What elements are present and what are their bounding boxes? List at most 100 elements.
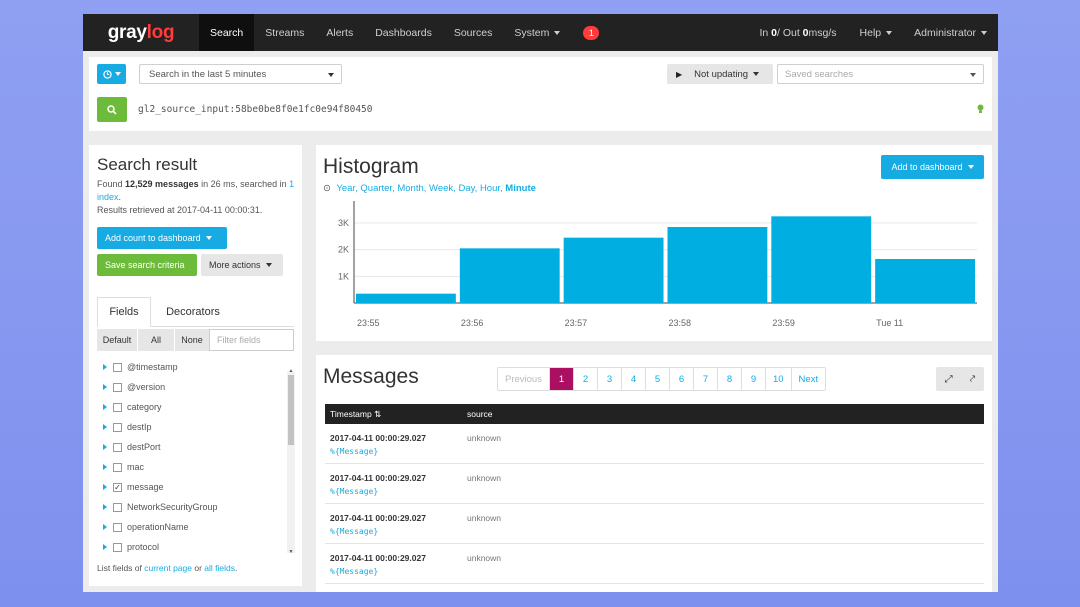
table-row[interactable]: 2017-04-11 00:00:29.027 unknown %{Message} <box>325 464 984 504</box>
found-mid: in 26 ms, searched in <box>198 179 290 189</box>
play-icon: ▶ <box>676 69 683 79</box>
field-checkbox[interactable] <box>113 362 122 372</box>
message-text: %{Message} <box>330 567 379 576</box>
pagination-page-10[interactable]: 10 <box>764 368 791 390</box>
search-button[interactable] <box>97 97 127 122</box>
nav-dashboards[interactable]: Dashboards <box>364 14 443 51</box>
graylog-logo[interactable]: gray log <box>83 14 199 51</box>
pagination-page-2[interactable]: 2 <box>572 368 597 390</box>
histogram-bar[interactable] <box>459 248 560 303</box>
field-list-item[interactable]: ✓ message <box>97 477 294 497</box>
nav-search[interactable]: Search <box>199 14 255 51</box>
scroll-up-arrow-icon[interactable]: ▲ <box>287 368 295 374</box>
nav-user-dropdown[interactable]: Administrator <box>903 14 998 51</box>
field-list-scrollbar[interactable]: ▲ ▼ <box>287 368 295 555</box>
field-list-item[interactable]: category <box>97 397 294 417</box>
expand-caret-icon[interactable] <box>103 464 107 470</box>
tab-decorators[interactable]: Decorators <box>163 297 223 327</box>
save-search-criteria-button[interactable]: Save search criteria <box>97 254 197 276</box>
nav-streams[interactable]: Streams <box>254 14 315 51</box>
field-list-item[interactable]: protocol <box>97 537 294 552</box>
notification-badge[interactable]: 1 <box>583 25 600 40</box>
column-source[interactable]: source <box>467 409 493 419</box>
expand-caret-icon[interactable] <box>103 424 107 430</box>
field-checkbox[interactable] <box>113 502 122 512</box>
pagination-page-9[interactable]: 9 <box>740 368 765 390</box>
expand-caret-icon[interactable] <box>103 364 107 370</box>
field-list-item[interactable]: @version <box>97 377 294 397</box>
field-list-item[interactable]: destPort <box>97 437 294 457</box>
table-row[interactable]: 2017-04-11 00:00:29.027 unknown %{Message} <box>325 504 984 544</box>
message-timestamp: 2017-04-11 00:00:29.027 <box>330 473 426 483</box>
nav-alerts[interactable]: Alerts <box>315 14 364 51</box>
field-checkbox[interactable] <box>113 542 122 552</box>
pagination-page-3[interactable]: 3 <box>596 368 621 390</box>
pagination-page-5[interactable]: 5 <box>644 368 669 390</box>
message-timestamp: 2017-04-11 00:00:29.027 <box>330 433 426 443</box>
expand-caret-icon[interactable] <box>103 524 107 530</box>
field-checkbox[interactable] <box>113 422 122 432</box>
time-range-type-button[interactable] <box>97 64 126 84</box>
time-range-select[interactable]: Search in the last 5 minutes <box>139 64 342 84</box>
filter-default-button[interactable]: Default <box>97 329 137 351</box>
nav-system-dropdown[interactable]: System <box>503 14 571 51</box>
field-list-item[interactable]: operationName <box>97 517 294 537</box>
chevron-down-icon <box>753 72 760 76</box>
saved-searches-select[interactable]: Saved searches <box>777 64 984 84</box>
table-row[interactable]: 2017-04-11 00:00:29.027 unknown %{Message} <box>325 544 984 584</box>
pagination-previous[interactable]: Previous <box>498 368 549 390</box>
field-list-item[interactable]: @timestamp <box>97 357 294 377</box>
expand-icon[interactable]: ⤢ <box>945 374 953 385</box>
current-page-link[interactable]: current page <box>144 563 192 573</box>
field-checkbox[interactable] <box>113 442 122 452</box>
filter-none-button[interactable]: None <box>175 329 209 351</box>
pagination-page-7[interactable]: 7 <box>692 368 717 390</box>
more-actions-button[interactable]: More actions <box>201 254 283 276</box>
nav-sources[interactable]: Sources <box>443 14 504 51</box>
refresh-toggle-button[interactable]: ▶ Not updating <box>667 64 773 84</box>
pagination-next[interactable]: Next <box>790 368 826 390</box>
sort-icon[interactable]: ⇅ <box>374 409 381 419</box>
field-list-item[interactable]: destIp <box>97 417 294 437</box>
expand-caret-icon[interactable] <box>103 404 107 410</box>
search-query-input[interactable]: gl2_source_input:58be0be8f0e1fc0e94f8045… <box>138 104 373 115</box>
found-count: 12,529 messages <box>125 179 199 189</box>
pin-icon[interactable]: ⤤ <box>970 374 976 385</box>
expand-caret-icon[interactable] <box>103 504 107 510</box>
tab-fields[interactable]: Fields <box>97 297 151 327</box>
scroll-down-arrow-icon[interactable]: ▼ <box>287 549 295 555</box>
expand-caret-icon[interactable] <box>103 484 107 490</box>
add-count-to-dashboard-button[interactable]: Add count to dashboard <box>97 227 227 249</box>
histogram-bar[interactable] <box>563 237 664 303</box>
field-checkbox[interactable]: ✓ <box>113 482 122 492</box>
filter-fields-input[interactable]: Filter fields <box>209 329 294 351</box>
nav-system-label: System <box>514 26 550 39</box>
expand-caret-icon[interactable] <box>103 444 107 450</box>
field-checkbox[interactable] <box>113 522 122 532</box>
pagination-page-4[interactable]: 4 <box>620 368 645 390</box>
field-checkbox[interactable] <box>113 462 122 472</box>
pagination-page-8[interactable]: 8 <box>716 368 741 390</box>
histogram-bar[interactable] <box>667 227 768 303</box>
pagination-page-6[interactable]: 6 <box>668 368 693 390</box>
histogram-bar[interactable] <box>356 293 456 303</box>
nav-help-dropdown[interactable]: Help <box>848 14 904 51</box>
all-fields-link[interactable]: all fields <box>204 563 235 573</box>
query-help-bulb-icon[interactable] <box>977 104 984 117</box>
histogram-bar[interactable] <box>875 259 975 303</box>
scrollbar-thumb[interactable] <box>288 375 294 445</box>
expand-caret-icon[interactable] <box>103 384 107 390</box>
nav-help-label: Help <box>859 26 882 39</box>
field-checkbox[interactable] <box>113 382 122 392</box>
field-list-item[interactable]: mac <box>97 457 294 477</box>
footer-prefix: List fields of <box>97 563 145 573</box>
search-result-summary: Found 12,529 messages in 26 ms, searched… <box>97 178 297 217</box>
field-list-item[interactable]: NetworkSecurityGroup <box>97 497 294 517</box>
field-checkbox[interactable] <box>113 402 122 412</box>
expand-caret-icon[interactable] <box>103 544 107 550</box>
pagination-page-1[interactable]: 1 <box>548 368 573 390</box>
filter-all-button[interactable]: All <box>138 329 174 351</box>
table-row[interactable]: 2017-04-11 00:00:29.027 unknown %{Message} <box>325 424 984 464</box>
histogram-bar[interactable] <box>771 216 872 303</box>
column-timestamp[interactable]: Timestamp ⇅ <box>330 409 381 420</box>
